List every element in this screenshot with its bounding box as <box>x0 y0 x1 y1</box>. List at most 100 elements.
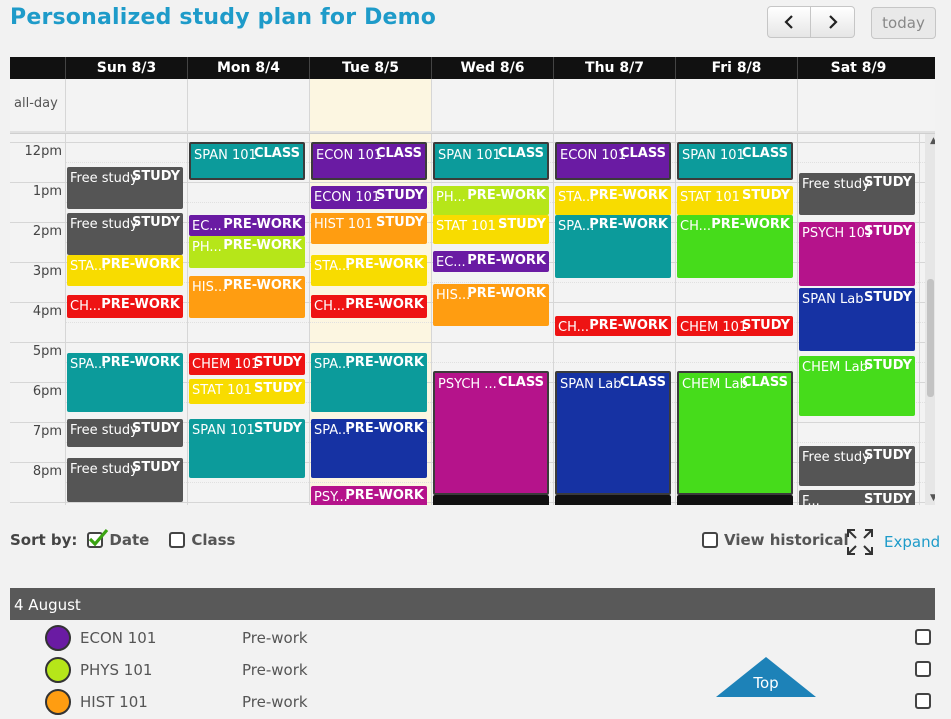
calendar-event[interactable]: STA... PRE-WORK <box>67 254 183 286</box>
calendar-event[interactable]: SPAN 101 CLASS <box>189 142 305 180</box>
calendar-event[interactable]: CHEM 101 STUDY <box>189 352 305 375</box>
calendar-event[interactable]: CH... PRE-WORK <box>311 294 427 318</box>
prev-week-button[interactable] <box>767 6 811 38</box>
list-item-checkbox[interactable] <box>915 661 931 677</box>
calendar-event[interactable]: CHEM 101 STUDY <box>677 316 793 336</box>
calendar-event[interactable]: Free study STUDY <box>67 212 183 255</box>
event-title: PSYCH 101 <box>802 226 870 241</box>
day-header[interactable]: Thu 8/7 <box>553 57 675 79</box>
calendar-event[interactable]: Free study STUDY <box>67 166 183 209</box>
calendar-event[interactable]: Free study STUDY <box>67 458 183 502</box>
list-item[interactable]: ECON 101 Pre-work <box>10 623 935 655</box>
event-type-badge: STUDY <box>863 174 912 190</box>
event-title: SPAN 101 <box>192 422 255 438</box>
calendar-event[interactable]: SPA... PRE-WORK <box>311 418 427 478</box>
sort-class-checkbox[interactable] <box>169 532 186 548</box>
expand-button[interactable]: Expand <box>846 528 940 556</box>
calendar-event[interactable]: CH... PRE-WORK <box>555 316 671 336</box>
calendar-event[interactable]: HIST 101 STUDY <box>311 212 427 244</box>
all-day-cell[interactable] <box>675 79 797 131</box>
event-title: CH... <box>558 320 590 335</box>
calendar-event[interactable]: HIS... PRE-WORK <box>189 276 305 318</box>
calendar-event[interactable]: SPAN 101 CLASS <box>677 142 793 180</box>
all-day-label: all-day <box>14 96 58 111</box>
event-title: PH... <box>192 240 222 255</box>
class-color-dot <box>45 689 71 715</box>
view-historical-toggle[interactable]: View historical <box>702 531 849 549</box>
calendar-event[interactable]: PSYCH 101 STUDY <box>799 222 915 286</box>
list-item-checkbox[interactable] <box>915 693 931 709</box>
all-day-cell[interactable] <box>65 79 187 131</box>
event-type-badge: CLASS <box>375 146 422 161</box>
sort-date-checkbox[interactable] <box>87 528 109 548</box>
all-day-cell[interactable] <box>187 79 309 131</box>
calendar-event[interactable]: SPA... PRE-WORK <box>555 214 671 278</box>
day-header[interactable]: Tue 8/5 <box>309 57 431 79</box>
calendar-event[interactable]: CHEM Lab STUDY <box>799 356 915 416</box>
calendar-event[interactable]: STAT 101 STUDY <box>677 186 793 215</box>
day-header[interactable]: Sat 8/9 <box>797 57 919 79</box>
calendar-event[interactable]: STAT 101 STUDY <box>433 214 549 244</box>
event-type-badge: STUDY <box>253 420 302 436</box>
calendar-event[interactable]: ECON 101 CLASS <box>311 142 427 180</box>
calendar-event[interactable]: Free study STUDY <box>67 418 183 447</box>
scroll-down-icon[interactable]: ▼ <box>930 493 935 503</box>
calendar-event[interactable]: SPA... PRE-WORK <box>311 352 427 412</box>
calendar-event[interactable]: ECON 101 CLASS <box>555 142 671 180</box>
all-day-cell[interactable] <box>309 79 431 131</box>
scroll-up-icon[interactable]: ▲ <box>930 136 935 146</box>
calendar-event[interactable]: SPAN 101 STUDY <box>189 418 305 478</box>
day-header[interactable]: Mon 8/4 <box>187 57 309 79</box>
sort-option-class[interactable]: Class <box>169 531 235 549</box>
view-historical-checkbox[interactable] <box>702 532 718 548</box>
calendar-event[interactable] <box>555 494 671 505</box>
calendar-event[interactable]: SPA... PRE-WORK <box>67 352 183 412</box>
calendar-event[interactable]: SPAN Lab CLASS <box>555 370 671 495</box>
event-type-badge: STUDY <box>131 460 180 475</box>
top-button[interactable]: Top <box>716 657 816 697</box>
calendar-event[interactable]: STAT 101 STUDY <box>189 378 305 404</box>
list-item-checkbox[interactable] <box>915 629 931 645</box>
sort-class-label: Class <box>191 531 236 549</box>
calendar-event[interactable]: CH... PRE-WORK <box>67 294 183 318</box>
today-button[interactable]: today <box>871 7 936 39</box>
calendar-event[interactable]: CH... PRE-WORK <box>677 214 793 278</box>
expand-icon <box>847 529 873 555</box>
calendar-event[interactable]: ECON 101 STUDY <box>311 186 427 209</box>
all-day-cell[interactable] <box>431 79 553 131</box>
event-type-badge: CLASS <box>497 146 544 161</box>
day-header[interactable]: Wed 8/6 <box>431 57 553 79</box>
calendar-event[interactable]: Free study STUDY <box>799 446 915 486</box>
list-item-type: Pre-work <box>242 693 308 711</box>
day-header[interactable]: Fri 8/8 <box>675 57 797 79</box>
calendar-event[interactable]: PSY... PRE-WORK <box>311 486 427 505</box>
event-title: CHEM Lab <box>682 376 748 392</box>
all-day-cell[interactable] <box>553 79 675 131</box>
calendar-event[interactable]: PSYCH ... CLASS <box>433 370 549 495</box>
all-day-cell[interactable] <box>797 79 919 131</box>
calendar-event[interactable]: CHEM Lab CLASS <box>677 370 793 495</box>
day-column-divider <box>309 134 310 505</box>
calendar-event[interactable] <box>677 494 793 505</box>
calendar-event[interactable]: EC... PRE-WORK <box>433 250 549 272</box>
calendar-event[interactable]: PH... PRE-WORK <box>433 186 549 215</box>
sort-option-date[interactable]: Date <box>87 528 149 549</box>
calendar-event[interactable]: STA... PRE-WORK <box>555 186 671 215</box>
calendar-event[interactable] <box>433 494 549 505</box>
day-header[interactable]: Sun 8/3 <box>65 57 187 79</box>
calendar-scrollbar-thumb[interactable] <box>927 279 934 397</box>
expand-link[interactable]: Expand <box>884 533 940 551</box>
event-type-badge: PRE-WORK <box>467 188 546 203</box>
calendar-event[interactable]: SPAN 101 CLASS <box>433 142 549 180</box>
calendar-event[interactable]: Free study STUDY <box>799 172 915 215</box>
day-column-divider <box>65 134 66 505</box>
next-week-button[interactable] <box>811 6 855 38</box>
calendar-event[interactable]: STA... PRE-WORK <box>311 254 427 286</box>
calendar-event[interactable]: HIS... PRE-WORK <box>433 284 549 326</box>
calendar-event[interactable]: EC... PRE-WORK <box>189 214 305 236</box>
calendar-event[interactable]: F... STUDY <box>799 490 915 505</box>
calendar-event[interactable]: SPAN Lab STUDY <box>799 288 915 351</box>
list-item-class: ECON 101 <box>80 629 157 647</box>
calendar-event[interactable]: PH... PRE-WORK <box>189 236 305 268</box>
sort-bar: Sort by: Date Class <box>10 528 255 549</box>
